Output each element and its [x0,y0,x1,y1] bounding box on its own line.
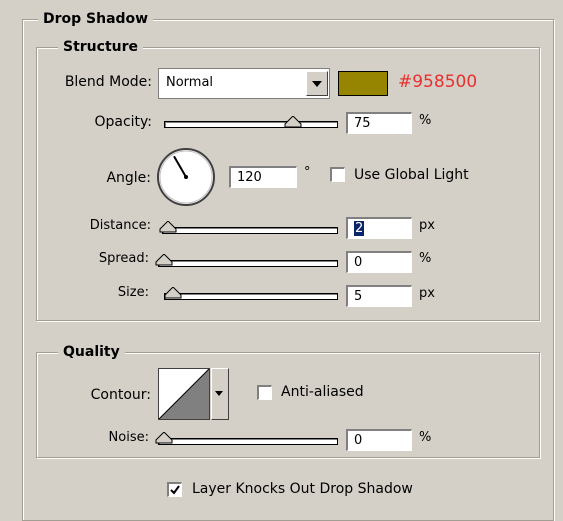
blend-mode-value: Normal [166,75,214,90]
drop-shadow-title: Drop Shadow [38,10,154,28]
chevron-down-icon [312,81,322,87]
noise-label: Noise: [108,430,149,445]
angle-dial[interactable] [155,146,217,208]
spread-label: Spread: [98,251,149,266]
blend-mode-label: Blend Mode: [64,74,152,90]
contour-picker[interactable] [158,368,210,420]
use-global-light-label: Use Global Light [354,167,469,183]
distance-value: 2 [354,221,365,236]
opacity-input[interactable]: 75 [346,112,412,134]
layer-knocks-out-label: Layer Knocks Out Drop Shadow [192,481,413,497]
angle-label: Angle: [106,170,151,186]
opacity-label: Opacity: [94,114,152,130]
noise-unit: % [419,430,432,445]
anti-aliased-label: Anti-aliased [281,384,364,400]
use-global-light-checkbox[interactable] [330,167,345,182]
distance-label: Distance: [89,218,151,233]
noise-input[interactable]: 0 [346,429,412,451]
angle-input[interactable]: 120 [229,166,297,188]
shadow-color-swatch[interactable] [338,71,388,96]
distance-slider-thumb[interactable] [159,221,177,233]
quality-title: Quality [58,343,125,361]
opacity-slider-thumb[interactable] [284,116,302,128]
degree-symbol: ° [304,165,311,180]
size-slider-thumb[interactable] [164,287,182,299]
blend-mode-dropdown-button[interactable] [306,71,328,96]
size-unit: px [419,286,435,301]
distance-unit: px [419,218,435,233]
noise-slider-thumb[interactable] [155,432,173,444]
distance-slider-track[interactable] [162,227,338,234]
size-input[interactable]: 5 [346,285,412,307]
contour-linear-icon [159,369,209,419]
opacity-slider-track[interactable] [164,121,338,128]
shadow-color-hex: #958500 [398,72,478,92]
spread-input[interactable]: 0 [346,251,412,273]
noise-slider-track[interactable] [158,438,338,445]
anti-aliased-checkbox[interactable] [257,385,272,400]
contour-dropdown-button[interactable] [211,368,229,420]
spread-slider-track[interactable] [158,260,338,267]
contour-label: Contour: [90,387,151,403]
checkmark-icon [170,485,180,495]
layer-knocks-out-checkbox[interactable] [167,482,182,497]
opacity-unit: % [419,113,432,128]
chevron-down-icon [215,391,223,396]
blend-mode-select[interactable]: Normal [158,68,330,99]
spread-slider-thumb[interactable] [155,254,173,266]
size-label: Size: [117,285,149,300]
size-slider-track[interactable] [164,293,338,300]
structure-title: Structure [58,38,144,56]
spread-unit: % [419,251,432,266]
distance-input[interactable]: 2 [346,217,412,239]
